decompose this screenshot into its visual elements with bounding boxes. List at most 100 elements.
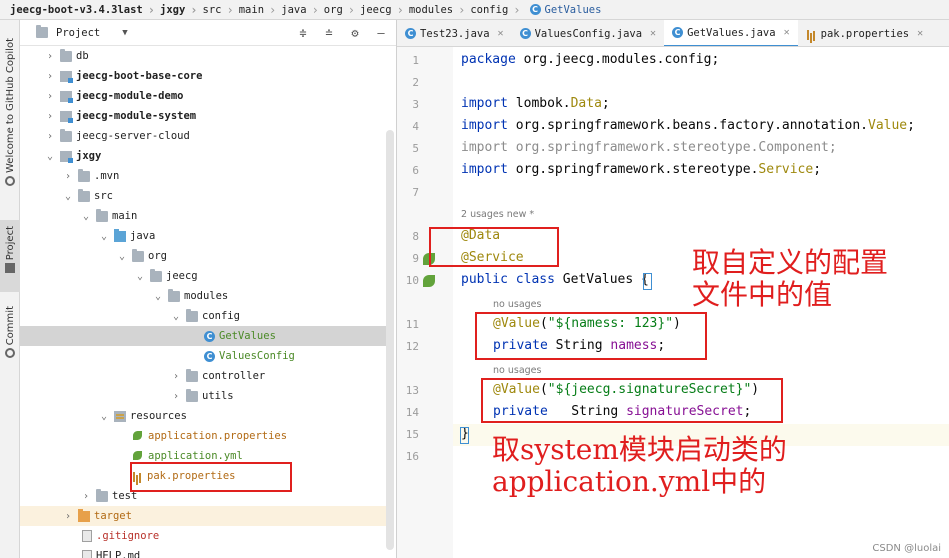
folder-icon	[96, 208, 108, 222]
chevron-right-icon[interactable]: ›	[44, 71, 56, 82]
chevron-right-icon[interactable]: ›	[80, 491, 92, 502]
close-icon[interactable]: ✕	[917, 28, 923, 39]
tree-item-utils[interactable]: › utils	[20, 386, 386, 406]
tree-item-server-cloud[interactable]: › jeecg-server-cloud	[20, 126, 386, 146]
chevron-down-icon[interactable]: ⌄	[170, 311, 182, 322]
breadcrumb-item-jeecg[interactable]: jeecg ›	[360, 3, 409, 17]
breadcrumb-item-root[interactable]: jeecg-boot-v3.4.3last ›	[10, 3, 160, 17]
breadcrumb-item-config[interactable]: config ›	[470, 3, 525, 17]
package-icon	[150, 268, 162, 282]
chevron-right-icon[interactable]: ›	[62, 511, 74, 522]
tree-item-module-demo[interactable]: › jeecg-module-demo	[20, 86, 386, 106]
chevron-down-icon[interactable]: ⌄	[44, 151, 56, 162]
annotation-note-custom-config: 取自定义的配置 文件中的值	[692, 246, 889, 311]
folder-icon	[60, 128, 72, 142]
copilot-icon	[5, 176, 15, 187]
chevron-down-icon[interactable]: ⌄	[134, 271, 146, 282]
tab-getvalues[interactable]: C GetValues.java ✕	[664, 20, 798, 46]
tree-item-config[interactable]: ⌄ config	[20, 306, 386, 326]
breadcrumb-item-java[interactable]: java ›	[281, 3, 324, 17]
tree-item-gitignore[interactable]: .gitignore	[20, 526, 386, 546]
tree-item-module-system[interactable]: › jeecg-module-system	[20, 106, 386, 126]
close-icon[interactable]: ✕	[650, 28, 656, 39]
usages-hint[interactable]: no usages	[493, 299, 541, 310]
close-icon[interactable]: ✕	[784, 27, 790, 38]
spring-bean-gutter-icon[interactable]	[423, 275, 435, 287]
code-line-1: package org.jeecg.modules.config;	[461, 52, 720, 67]
close-icon[interactable]: ✕	[498, 28, 504, 39]
breadcrumb-item-module[interactable]: jxgy ›	[160, 3, 203, 17]
folder-icon	[60, 48, 72, 62]
class-icon: C	[204, 350, 215, 362]
breadcrumb-item-org[interactable]: org ›	[324, 3, 360, 17]
breadcrumb-item-file[interactable]: C GetValues	[526, 4, 601, 16]
chevron-down-icon[interactable]: ▼	[122, 28, 127, 38]
brace-match-marker	[643, 273, 652, 290]
project-tool-button[interactable]: Project	[0, 220, 20, 292]
tree-item-resources[interactable]: ⌄ resources	[20, 406, 386, 426]
highlight-box-namess	[475, 312, 707, 360]
tree-item-db[interactable]: › db	[20, 46, 386, 66]
collapse-all-icon[interactable]: ≐	[322, 26, 336, 40]
line-number: 2	[412, 76, 419, 89]
chevron-right-icon[interactable]: ›	[170, 371, 182, 382]
tree-item-mvn[interactable]: › .mvn	[20, 166, 386, 186]
tree-item-valuesconfig[interactable]: C ValuesConfig	[20, 346, 386, 366]
breadcrumb-item-src[interactable]: src ›	[203, 3, 239, 17]
tab-pak-properties[interactable]: pak.properties ✕	[798, 20, 932, 46]
breadcrumb-item-main[interactable]: main ›	[239, 3, 282, 17]
tree-item-main[interactable]: ⌄ main	[20, 206, 386, 226]
chevron-right-icon[interactable]: ›	[44, 131, 56, 142]
commit-tool-button[interactable]: Commit	[0, 306, 20, 366]
usages-hint[interactable]: no usages	[493, 365, 541, 376]
line-number: 16	[405, 450, 419, 463]
module-icon	[60, 150, 73, 163]
tree-item-modules[interactable]: ⌄ modules	[20, 286, 386, 306]
code-editor[interactable]: 1 3 4 5 6 2 7 8 9 10 11 12 13 14 15 16 p…	[397, 47, 949, 558]
line-number: 14	[405, 406, 419, 419]
tree-item-jeecg[interactable]: ⌄ jeecg	[20, 266, 386, 286]
file-icon	[82, 550, 92, 558]
usages-hint[interactable]: 2 usages new *	[461, 209, 534, 220]
chevron-right-icon[interactable]: ›	[44, 51, 56, 62]
project-tree-scrollbar[interactable]	[386, 130, 394, 550]
chevron-down-icon[interactable]: ⌄	[98, 231, 110, 242]
tree-item-getvalues[interactable]: C GetValues	[20, 326, 386, 346]
chevron-right-icon: ›	[226, 2, 234, 17]
github-copilot-tool-button[interactable]: Welcome to GitHub Copilot	[0, 38, 20, 216]
class-icon: C	[405, 28, 416, 39]
class-icon: C	[519, 28, 531, 39]
tree-item-help-md[interactable]: HELP.md	[20, 546, 386, 558]
expand-all-icon[interactable]: ≑	[296, 26, 310, 40]
chevron-right-icon[interactable]: ›	[170, 391, 182, 402]
tree-item-base-core[interactable]: › jeecg-boot-base-core	[20, 66, 386, 86]
module-icon	[60, 70, 73, 83]
tree-item-target[interactable]: › target	[20, 506, 386, 526]
chevron-down-icon[interactable]: ⌄	[62, 191, 74, 202]
minimize-icon[interactable]: —	[374, 26, 388, 40]
gear-icon[interactable]: ⚙	[348, 26, 362, 40]
chevron-right-icon[interactable]: ›	[44, 111, 56, 122]
properties-file-icon	[806, 28, 817, 40]
tab-test23[interactable]: C Test23.java ✕	[397, 20, 512, 46]
package-icon	[132, 248, 144, 262]
chevron-down-icon[interactable]: ⌄	[152, 291, 164, 302]
chevron-right-icon[interactable]: ›	[62, 171, 74, 182]
tree-item-src[interactable]: ⌄ src	[20, 186, 386, 206]
tree-item-controller[interactable]: › controller	[20, 366, 386, 386]
tree-item-application-properties[interactable]: application.properties	[20, 426, 386, 446]
chevron-right-icon[interactable]: ›	[44, 91, 56, 102]
tree-item-java[interactable]: ⌄ java	[20, 226, 386, 246]
folder-icon	[78, 168, 90, 182]
tree-item-jxgy[interactable]: ⌄ jxgy	[20, 146, 386, 166]
breadcrumb-item-modules[interactable]: modules ›	[409, 3, 471, 17]
chevron-down-icon[interactable]: ⌄	[116, 251, 128, 262]
tree-item-org[interactable]: ⌄ org	[20, 246, 386, 266]
project-view-selector[interactable]: Project	[56, 27, 100, 39]
chevron-right-icon: ›	[311, 2, 319, 17]
chevron-down-icon[interactable]: ⌄	[98, 411, 110, 422]
chevron-down-icon[interactable]: ⌄	[80, 211, 92, 222]
project-panel: Project ▼ ≑ ≐ ⚙ — › db › jeecg-boot-base-c…	[20, 20, 397, 558]
tab-valuesconfig[interactable]: C ValuesConfig.java ✕	[512, 20, 665, 46]
chevron-right-icon: ›	[396, 2, 404, 17]
